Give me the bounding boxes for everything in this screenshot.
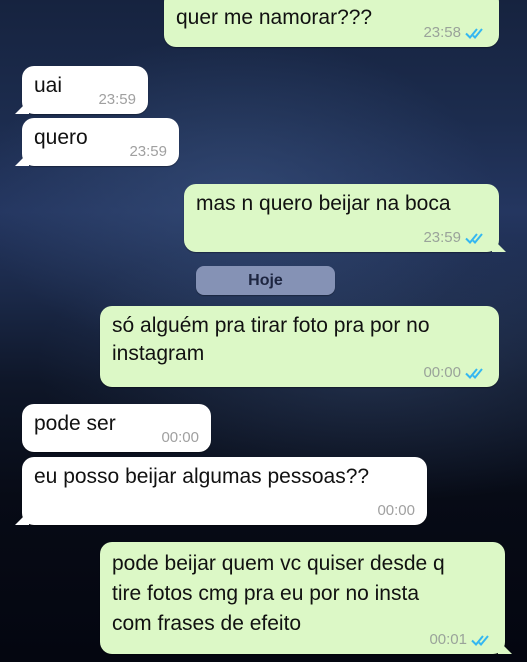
message-time: 23:59 [129,143,167,160]
message-text: mas n quero beijar na boca [196,192,451,215]
chat-area[interactable]: quer me namorar??? 23:58 uai 23:59 quero… [0,0,527,662]
message-meta: 00:00 [423,364,487,382]
message-text: eu posso beijar algumas pessoas?? [34,465,370,488]
message-bubble-outgoing[interactable]: pode beijar quem vc quiser desde q tire … [100,542,512,654]
message-time: 23:59 [98,91,136,108]
message-bubble-outgoing[interactable]: mas n quero beijar na boca 23:59 [184,184,506,252]
message-meta: 00:01 [429,631,493,649]
message-bubble-incoming[interactable]: uai 23:59 [15,66,148,114]
double-check-icon [471,635,489,646]
message-text: quer me namorar??? [176,6,373,29]
message-bubble-incoming[interactable]: quero 23:59 [15,118,179,166]
message-time: 00:00 [161,429,199,446]
message-bubble-outgoing[interactable]: quer me namorar??? 23:58 [164,0,499,47]
double-check-icon [465,368,483,379]
message-text: uai [34,74,63,97]
message-time: 00:00 [377,502,415,519]
message-text: quero [34,126,88,149]
message-meta: 23:59 [98,91,136,109]
double-check-icon [465,233,483,244]
date-separator: Hoje [196,266,335,295]
message-meta: 00:00 [377,502,415,520]
message-bubble-incoming[interactable]: pode ser 00:00 [22,404,211,452]
double-check-icon [465,28,483,39]
message-time: 23:59 [423,229,461,246]
message-bubble-outgoing[interactable]: só alguém pra tirar foto pra por no inst… [100,306,499,387]
message-time: 00:00 [423,364,461,381]
message-meta: 00:00 [161,429,199,447]
message-time: 23:58 [423,24,461,41]
message-bubble-incoming[interactable]: eu posso beijar algumas pessoas?? 00:00 [15,457,427,525]
message-time: 00:01 [429,631,467,648]
message-meta: 23:59 [423,229,487,247]
message-meta: 23:58 [423,24,487,42]
message-meta: 23:59 [129,143,167,161]
message-text: pode ser [34,412,116,435]
message-text: só alguém pra tirar foto pra por no inst… [112,314,430,365]
message-text: pode beijar quem vc quiser desde q tire … [112,552,445,635]
